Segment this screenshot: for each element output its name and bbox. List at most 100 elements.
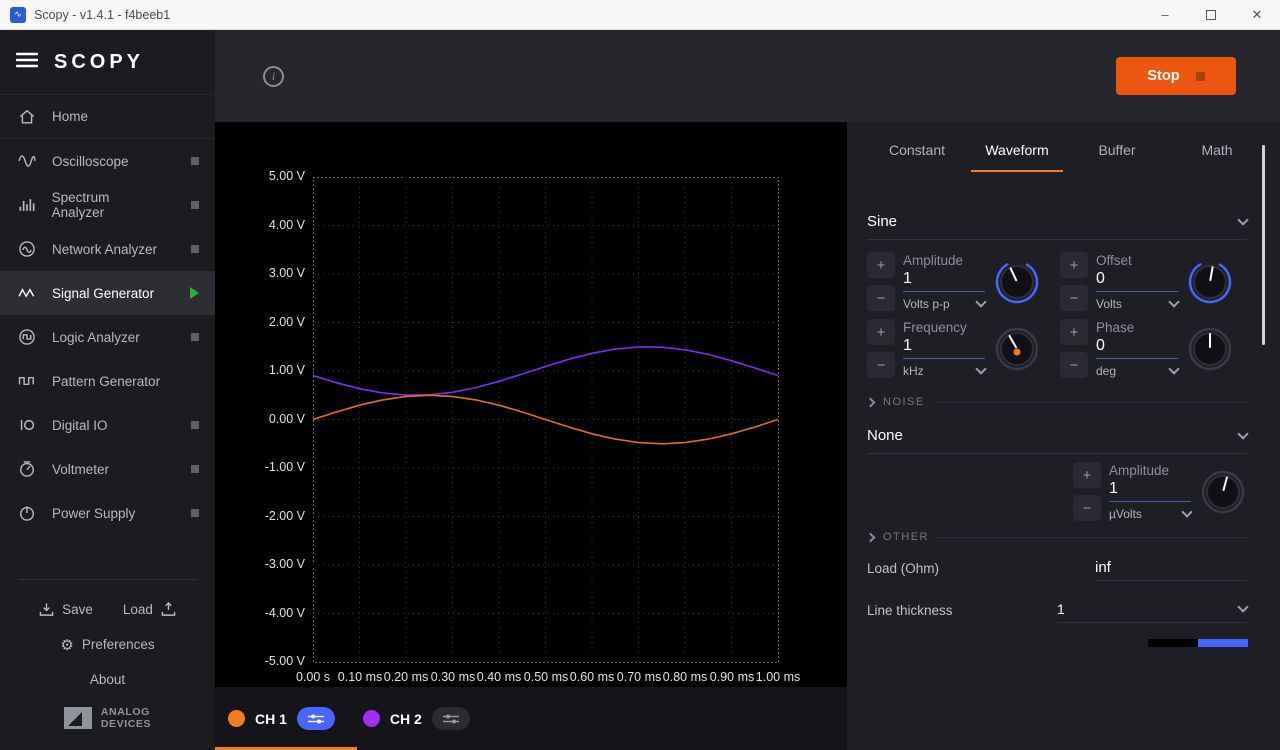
noise-amplitude-knob[interactable] xyxy=(1199,468,1247,516)
detach-indicator[interactable] xyxy=(191,421,199,429)
sidebar-item-logic-analyzer[interactable]: Logic Analyzer xyxy=(0,315,215,359)
sidebar-item-home[interactable]: Home xyxy=(0,95,215,139)
panel-tabs: Constant Waveform Buffer Math xyxy=(847,122,1280,172)
sidebar-item-power-supply[interactable]: Power Supply xyxy=(0,491,215,535)
load-ohm-value[interactable]: inf xyxy=(1095,559,1247,581)
amplitude-value[interactable]: 1 xyxy=(903,268,985,292)
offset-decrement-button[interactable]: − xyxy=(1060,285,1088,311)
offset-unit-dropdown[interactable]: Volts xyxy=(1096,292,1178,311)
logic-analyzer-icon xyxy=(16,327,38,347)
chevron-down-icon xyxy=(1168,363,1179,374)
tab-buffer[interactable]: Buffer xyxy=(1067,128,1167,172)
sidebar-item-label: Digital IO xyxy=(52,418,108,433)
load-icon xyxy=(161,602,176,617)
instrument-topbar: i Stop xyxy=(215,30,1280,122)
frequency-knob[interactable] xyxy=(993,325,1041,373)
sidebar-item-label: Spectrum Analyzer xyxy=(52,190,163,220)
menu-hamburger-icon[interactable] xyxy=(16,52,38,73)
line-thickness-dropdown[interactable]: 1 xyxy=(1057,601,1247,623)
app-logo-icon: ∿ xyxy=(10,7,26,23)
noise-section-header[interactable]: NOISE xyxy=(867,396,1247,408)
adi-logo-icon xyxy=(64,707,92,729)
noise-amplitude-unit-dropdown[interactable]: µVolts xyxy=(1109,502,1191,521)
save-button[interactable]: Save xyxy=(39,602,93,617)
ch2-settings-toggle[interactable] xyxy=(432,707,470,730)
y-axis-tick: 0.00 V xyxy=(229,412,305,426)
analog-devices-logo: ANALOGDEVICES xyxy=(0,698,215,742)
noise-type-dropdown[interactable]: None xyxy=(867,418,1247,454)
noise-amplitude-increment-button[interactable]: + xyxy=(1073,462,1101,488)
frequency-large-step-dot xyxy=(1014,348,1021,355)
detach-indicator[interactable] xyxy=(191,201,199,209)
power-supply-icon xyxy=(16,503,38,523)
channel-1[interactable]: CH 1 xyxy=(228,707,335,730)
offset-knob[interactable] xyxy=(1186,258,1234,306)
phase-increment-button[interactable]: + xyxy=(1060,319,1088,345)
minimize-button[interactable]: – xyxy=(1142,0,1188,30)
about-button[interactable]: About xyxy=(0,662,215,698)
settings-panel: Constant Waveform Buffer Math Sine + − xyxy=(847,122,1280,750)
close-button[interactable]: ✕ xyxy=(1234,0,1280,30)
phase-knob[interactable] xyxy=(1186,325,1234,373)
sidebar-item-oscilloscope[interactable]: Oscilloscope xyxy=(0,139,215,183)
sidebar-item-label: Power Supply xyxy=(52,506,135,521)
other-section-header[interactable]: OTHER xyxy=(867,531,1247,543)
detach-indicator[interactable] xyxy=(191,245,199,253)
amplitude-knob[interactable] xyxy=(993,258,1041,306)
tool-menu: Home Oscilloscope Spectrum Analyzer Netw… xyxy=(0,94,215,535)
sidebar-item-pattern-generator[interactable]: Pattern Generator xyxy=(0,359,215,403)
run-stop-button[interactable]: Stop xyxy=(1116,57,1236,95)
sidebar-item-signal-generator[interactable]: Signal Generator xyxy=(0,271,215,315)
sidebar-divider xyxy=(18,579,197,580)
sidebar-item-digital-io[interactable]: Digital IO xyxy=(0,403,215,447)
waveform-controls: +− Amplitude 1 Volts p-p xyxy=(867,252,1247,378)
frequency-decrement-button[interactable]: − xyxy=(867,352,895,378)
tab-math[interactable]: Math xyxy=(1167,128,1267,172)
detach-indicator[interactable] xyxy=(191,465,199,473)
noise-amplitude-decrement-button[interactable]: − xyxy=(1073,495,1101,521)
home-icon xyxy=(16,107,38,127)
frequency-increment-button[interactable]: + xyxy=(867,319,895,345)
signal-plot[interactable]: 5.00 V 4.00 V 3.00 V 2.00 V 1.00 V 0.00 … xyxy=(215,122,847,687)
amplitude-decrement-button[interactable]: − xyxy=(867,285,895,311)
offset-increment-button[interactable]: + xyxy=(1060,252,1088,278)
phase-value[interactable]: 0 xyxy=(1096,335,1178,359)
gear-icon: ⚙ xyxy=(60,636,73,654)
tab-waveform[interactable]: Waveform xyxy=(967,128,1067,172)
sidebar-item-label: Voltmeter xyxy=(52,462,109,477)
waveform-type-dropdown[interactable]: Sine xyxy=(867,204,1247,240)
noise-amplitude-value[interactable]: 1 xyxy=(1109,478,1191,502)
info-icon[interactable]: i xyxy=(263,66,284,87)
frequency-value[interactable]: 1 xyxy=(903,335,985,359)
ch1-settings-toggle[interactable] xyxy=(297,707,335,730)
panel-horizontal-scrollbar[interactable] xyxy=(1148,639,1248,647)
noise-section-label: NOISE xyxy=(883,396,925,408)
detach-indicator[interactable] xyxy=(191,333,199,341)
phase-unit-dropdown[interactable]: deg xyxy=(1096,359,1178,378)
sidebar-item-network-analyzer[interactable]: Network Analyzer xyxy=(0,227,215,271)
detach-indicator[interactable] xyxy=(191,157,199,165)
sidebar-item-spectrum-analyzer[interactable]: Spectrum Analyzer xyxy=(0,183,215,227)
y-axis-tick: -5.00 V xyxy=(229,654,305,668)
oscilloscope-icon xyxy=(16,151,38,171)
amplitude-increment-button[interactable]: + xyxy=(867,252,895,278)
brand-line1: ANALOG xyxy=(101,706,150,718)
channel-2[interactable]: CH 2 xyxy=(363,707,470,730)
network-analyzer-icon xyxy=(16,239,38,259)
offset-value[interactable]: 0 xyxy=(1096,268,1178,292)
amplitude-unit-dropdown[interactable]: Volts p-p xyxy=(903,292,985,311)
preferences-button[interactable]: ⚙ Preferences xyxy=(0,628,215,662)
phase-decrement-button[interactable]: − xyxy=(1060,352,1088,378)
maximize-button[interactable] xyxy=(1188,0,1234,30)
chevron-down-icon xyxy=(975,363,986,374)
chevron-down-icon xyxy=(1168,296,1179,307)
panel-vertical-scrollbar[interactable] xyxy=(1262,145,1265,345)
sidebar-item-voltmeter[interactable]: Voltmeter xyxy=(0,447,215,491)
ch2-color-dot xyxy=(363,710,380,727)
tab-constant[interactable]: Constant xyxy=(867,128,967,172)
load-ohm-label: Load (Ohm) xyxy=(867,561,939,581)
chevron-right-icon xyxy=(866,397,876,407)
frequency-unit-dropdown[interactable]: kHz xyxy=(903,359,985,378)
load-button[interactable]: Load xyxy=(123,602,176,617)
detach-indicator[interactable] xyxy=(191,509,199,517)
